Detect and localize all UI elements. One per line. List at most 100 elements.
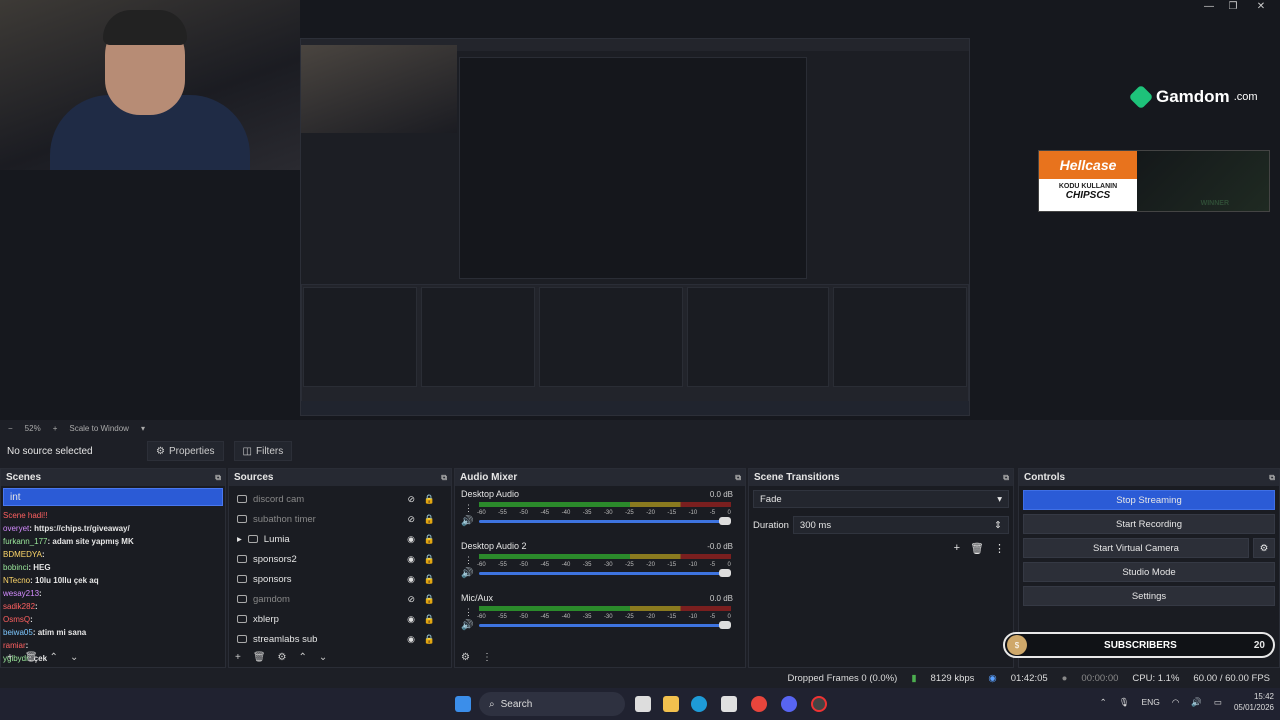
eye-hidden-icon[interactable]: ⊘	[407, 514, 415, 525]
more-options-icon[interactable]: ⋮	[464, 555, 473, 566]
task-view-icon[interactable]	[635, 696, 651, 712]
chevron-down-icon[interactable]: ▾	[141, 424, 145, 433]
tick-label: -50	[519, 614, 528, 620]
gear-icon[interactable]: ⚙	[1253, 538, 1275, 558]
zoom-in-button[interactable]: +	[53, 424, 58, 433]
lock-icon[interactable]: 🔒	[424, 634, 435, 645]
tick-label: -20	[646, 510, 655, 516]
lock-icon[interactable]: 🔒	[424, 514, 435, 525]
volume-meter	[479, 502, 731, 507]
add-scene-icon[interactable]: +	[7, 652, 13, 663]
obs-icon[interactable]	[811, 696, 827, 712]
source-item[interactable]: gamdom ⊘ 🔒	[229, 589, 451, 609]
speaker-icon[interactable]: 🔊	[461, 620, 473, 631]
battery-icon[interactable]: ▭	[1214, 697, 1222, 708]
move-up-icon[interactable]: ⌃	[299, 652, 307, 663]
source-item[interactable]: sponsors ◉ 🔒	[229, 569, 451, 589]
chrome-icon[interactable]	[751, 696, 767, 712]
transition-select[interactable]: Fade ▾	[753, 490, 1009, 508]
eye-hidden-icon[interactable]: ⊘	[407, 494, 415, 505]
chat-message: Scene hadi!!	[3, 509, 208, 522]
volume-slider-handle[interactable]	[719, 621, 731, 629]
undock-icon[interactable]: ⧉	[735, 473, 741, 483]
edge-icon[interactable]	[691, 696, 707, 712]
source-item[interactable]: sponsors2 ◉ 🔒	[229, 549, 451, 569]
store-icon[interactable]	[721, 696, 737, 712]
tick-label: -60	[477, 510, 486, 516]
language-indicator[interactable]: ENG	[1141, 697, 1159, 707]
studio-mode-button[interactable]: Studio Mode	[1023, 562, 1275, 582]
lock-icon[interactable]: 🔒	[424, 534, 435, 545]
eye-icon[interactable]: ◉	[407, 534, 415, 545]
undock-icon[interactable]: ⧉	[215, 473, 221, 483]
add-source-icon[interactable]: +	[235, 652, 241, 663]
file-explorer-icon[interactable]	[663, 696, 679, 712]
start-recording-button[interactable]: Start Recording	[1023, 514, 1275, 534]
properties-button[interactable]: ⚙ Properties	[147, 441, 224, 461]
sources-list: discord cam ⊘ 🔒 subathon timer ⊘ 🔒 ▸ Lumia ◉ 🔒 spo…	[229, 486, 451, 649]
trash-icon[interactable]: 🗑	[253, 652, 266, 663]
minimize-button[interactable]: —	[1196, 0, 1222, 14]
undock-icon[interactable]: ⧉	[1269, 473, 1275, 483]
scale-mode-dropdown[interactable]: Scale to Window	[69, 424, 129, 433]
move-down-icon[interactable]: ⌄	[70, 652, 78, 663]
source-item[interactable]: discord cam ⊘ 🔒	[229, 489, 451, 509]
source-item[interactable]: subathon timer ⊘ 🔒	[229, 509, 451, 529]
chevron-up-icon[interactable]: ⌃	[1100, 697, 1107, 708]
volume-slider-handle[interactable]	[719, 569, 731, 577]
eye-icon[interactable]: ◉	[407, 574, 415, 585]
speaker-icon[interactable]: 🔊	[461, 568, 473, 579]
stop-streaming-button[interactable]: Stop Streaming	[1023, 490, 1275, 510]
speaker-icon[interactable]: 🔊	[461, 516, 473, 527]
volume-slider[interactable]	[479, 572, 727, 575]
more-options-icon[interactable]: ⋮	[994, 542, 1005, 555]
move-up-icon[interactable]: ⌃	[50, 652, 58, 663]
eye-hidden-icon[interactable]: ⊘	[407, 594, 415, 605]
undock-icon[interactable]: ⧉	[441, 473, 447, 483]
move-down-icon[interactable]: ⌄	[319, 652, 327, 663]
wifi-icon[interactable]: ◠	[1172, 697, 1179, 708]
volume-icon[interactable]: 🔊	[1191, 697, 1202, 708]
duration-field[interactable]: 300 ms ⇕	[792, 516, 1009, 534]
chevron-right-icon[interactable]: ▸	[237, 534, 242, 545]
add-transition-icon[interactable]: +	[954, 542, 960, 555]
source-item[interactable]: xblerp ◉ 🔒	[229, 609, 451, 629]
volume-slider-handle[interactable]	[719, 517, 731, 525]
lock-icon[interactable]: 🔒	[424, 554, 435, 565]
eye-icon[interactable]: ◉	[407, 634, 415, 645]
eye-icon[interactable]: ◉	[407, 614, 415, 625]
volume-slider[interactable]	[479, 624, 727, 627]
microphone-icon[interactable]: 🎙	[1119, 697, 1130, 708]
clock[interactable]: 15:42 05/01/2026	[1234, 691, 1274, 713]
more-options-icon[interactable]: ⋮	[464, 607, 473, 618]
start-virtual-camera-button[interactable]: Start Virtual Camera	[1023, 538, 1249, 558]
lock-icon[interactable]: 🔒	[424, 614, 435, 625]
source-label: sponsors	[253, 573, 292, 585]
source-item[interactable]: ▸ Lumia ◉ 🔒	[229, 529, 451, 549]
zoom-out-button[interactable]: −	[8, 424, 13, 433]
zoom-bar: − 52% + Scale to Window ▾	[0, 421, 1280, 436]
lock-icon[interactable]: 🔒	[424, 594, 435, 605]
lock-icon[interactable]: 🔒	[424, 494, 435, 505]
eye-icon[interactable]: ◉	[407, 554, 415, 565]
more-options-icon[interactable]: ⋮	[482, 652, 492, 663]
more-options-icon[interactable]: ⋮	[464, 503, 473, 514]
taskbar-search[interactable]: ⌕ Search	[479, 692, 625, 716]
trash-icon[interactable]: 🗑	[25, 652, 38, 663]
undock-icon[interactable]: ⧉	[1003, 473, 1009, 483]
filters-button[interactable]: ◫ Filters	[233, 441, 293, 461]
discord-icon[interactable]	[781, 696, 797, 712]
windows-start-icon[interactable]	[455, 696, 471, 712]
maximize-button[interactable]: ❐	[1220, 0, 1246, 14]
scene-item-int[interactable]: int	[3, 488, 223, 506]
close-button[interactable]: ✕	[1248, 0, 1274, 14]
tick-label: -45	[540, 562, 550, 568]
lock-icon[interactable]: 🔒	[424, 574, 435, 585]
trash-icon[interactable]: 🗑	[970, 542, 984, 555]
gear-icon[interactable]: ⚙	[278, 652, 287, 663]
volume-slider[interactable]	[479, 520, 727, 523]
advanced-audio-icon[interactable]: ⚙	[461, 652, 470, 663]
source-item[interactable]: streamlabs sub ◉ 🔒	[229, 629, 451, 649]
settings-button[interactable]: Settings	[1023, 586, 1275, 606]
tick-label: -55	[498, 562, 507, 568]
